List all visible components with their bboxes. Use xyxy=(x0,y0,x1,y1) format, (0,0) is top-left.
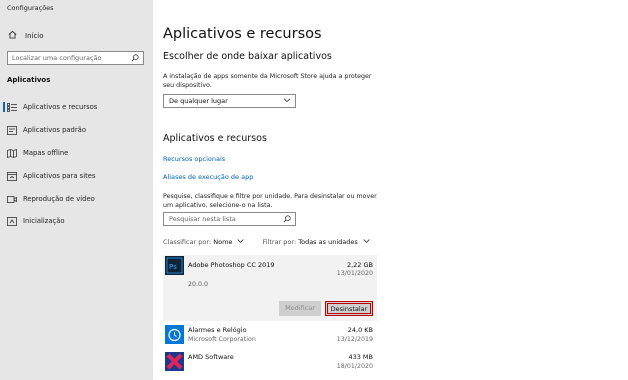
list-icon xyxy=(7,102,17,112)
settings-search-input[interactable]: Localizar uma configuração xyxy=(7,51,144,65)
app-size: 433 MB xyxy=(348,353,373,361)
sort-dropdown[interactable]: Classificar por: Nome xyxy=(163,238,245,246)
search-icon xyxy=(131,54,139,66)
sidebar-item-label: Aplicativos e recursos xyxy=(23,103,98,111)
photoshop-icon: Ps xyxy=(165,256,184,275)
video-icon xyxy=(7,194,17,204)
apps-search-placeholder: Pesquisar nesta lista xyxy=(169,215,236,223)
section-label: Aplicativos xyxy=(7,76,51,84)
sort-value: Nome xyxy=(213,238,233,246)
modify-button[interactable]: Modificar xyxy=(279,301,321,316)
sidebar-item-offline-maps[interactable]: Mapas offline xyxy=(0,146,153,160)
sidebar: Configurações Início Localizar uma confi… xyxy=(0,0,153,380)
app-date: 18/01/2020 xyxy=(336,363,373,370)
apps-search-input[interactable]: Pesquisar nesta lista xyxy=(163,212,296,226)
sidebar-item-apps-features[interactable]: Aplicativos e recursos xyxy=(0,100,153,114)
sidebar-item-video-playback[interactable]: Reprodução de vídeo xyxy=(0,192,153,206)
sidebar-item-default-apps[interactable]: Aplicativos padrão xyxy=(0,123,153,137)
home-label: Início xyxy=(25,31,44,40)
alarm-clock-icon xyxy=(165,325,184,344)
home-link[interactable]: Início xyxy=(8,30,44,41)
install-source-value: De qualquer lugar xyxy=(169,97,228,105)
install-source-description: A instalação de apps somente da Microsof… xyxy=(163,73,372,89)
sidebar-item-apps-for-sites[interactable]: Aplicativos para sites xyxy=(0,169,153,183)
app-list-item-amd[interactable]: AMD Software 433 MB 18/01/2020 xyxy=(163,351,377,377)
uninstall-button[interactable]: Desinstalar xyxy=(325,301,373,316)
sidebar-item-label: Reprodução de vídeo xyxy=(23,195,95,203)
chevron-down-icon xyxy=(237,238,245,246)
app-list-item-photoshop[interactable]: Ps Adobe Photoshop CC 2019 2,22 GB 13/01… xyxy=(163,255,377,321)
app-list-item-alarms[interactable]: Alarmes e Relógio Microsoft Corporation … xyxy=(163,324,377,350)
window-title: Configurações xyxy=(7,4,54,12)
main-content: Aplicativos e recursos Escolher de onde … xyxy=(153,0,628,380)
web-app-icon xyxy=(7,171,17,181)
sort-filter-row: Classificar por: Nome Filtrar por: Todas… xyxy=(163,238,370,246)
apps-features-heading: Aplicativos e recursos xyxy=(163,133,267,144)
amd-icon xyxy=(165,352,184,371)
page-title: Aplicativos e recursos xyxy=(163,26,322,42)
app-name: Alarmes e Relógio xyxy=(188,326,247,334)
app-size: 2,22 GB xyxy=(346,261,373,269)
chevron-down-icon xyxy=(283,96,291,108)
sidebar-item-startup[interactable]: Inicialização xyxy=(0,214,153,228)
startup-icon xyxy=(7,216,17,226)
filter-dropdown[interactable]: Filtrar por: Todas as unidades xyxy=(262,238,370,246)
search-icon xyxy=(283,215,291,227)
apps-list-description: Pesquise, classifique e filtre por unida… xyxy=(163,193,377,209)
install-source-dropdown[interactable]: De qualquer lugar xyxy=(163,94,296,108)
app-date: 13/01/2020 xyxy=(336,270,373,277)
svg-text:Ps: Ps xyxy=(169,263,177,271)
filter-value: Todas as unidades xyxy=(298,238,358,246)
app-version: 20.0.0 xyxy=(188,281,209,288)
app-size: 24,0 KB xyxy=(347,326,373,334)
home-icon xyxy=(8,30,17,41)
install-source-heading: Escolher de onde baixar aplicativos xyxy=(163,51,332,62)
chevron-down-icon xyxy=(363,238,370,246)
default-apps-icon xyxy=(7,125,17,135)
sort-label: Classificar por: xyxy=(163,238,212,246)
sidebar-item-label: Aplicativos para sites xyxy=(23,172,96,180)
app-name: Adobe Photoshop CC 2019 xyxy=(188,261,275,269)
app-execution-aliases-link[interactable]: Aliases de execução de app xyxy=(163,173,253,181)
sidebar-item-label: Inicialização xyxy=(23,217,65,225)
filter-label: Filtrar por: xyxy=(262,238,297,246)
sidebar-item-label: Mapas offline xyxy=(23,149,69,157)
app-name: AMD Software xyxy=(188,353,234,361)
app-publisher: Microsoft Corporation xyxy=(188,336,256,343)
optional-features-link[interactable]: Recursos opcionais xyxy=(163,155,225,163)
settings-search-placeholder: Localizar uma configuração xyxy=(12,54,102,62)
sidebar-item-label: Aplicativos padrão xyxy=(23,126,86,134)
map-icon xyxy=(7,148,17,158)
app-date: 13/12/2019 xyxy=(336,336,373,343)
